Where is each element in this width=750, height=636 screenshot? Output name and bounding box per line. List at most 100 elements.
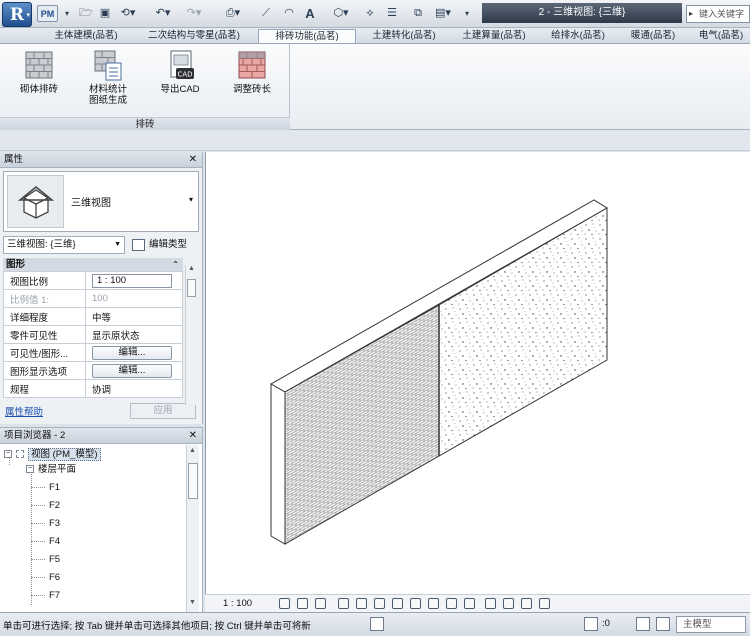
switch-windows-icon[interactable]: ▤▾ (432, 5, 454, 22)
collapse-icon[interactable]: ⌃ (172, 258, 179, 271)
instance-selector[interactable]: 三维视图: {三维} ▼ (3, 236, 125, 254)
adjust-brick-length-button[interactable]: 调整砖长 (222, 48, 282, 116)
analytical-model-icon[interactable] (503, 598, 514, 609)
tree-node-level[interactable]: F2 (31, 498, 60, 513)
help-search-input[interactable]: ▸ 键入关键字 (686, 5, 750, 23)
type-selector[interactable]: 三维视图 ▾ (3, 171, 199, 232)
level-label: F3 (49, 518, 61, 529)
apply-button[interactable]: 应用 (130, 403, 196, 419)
3d-viewport[interactable] (205, 152, 750, 612)
tab-civil-quantity[interactable]: 土建算量(品茗) (452, 29, 536, 43)
print-icon[interactable]: ⎙▾ (222, 5, 244, 22)
parts-visibility-value[interactable]: 显示原状态 (85, 325, 183, 344)
property-group-graphics[interactable]: 图形 ⌃ (3, 258, 183, 271)
detail-level-value[interactable]: 中等 (85, 307, 183, 326)
show-crop-icon[interactable] (392, 598, 403, 609)
crop-view-icon[interactable] (374, 598, 385, 609)
customize-toolbar-icon[interactable]: ▾ (462, 5, 472, 22)
collapse-icon[interactable]: − (4, 450, 12, 459)
sync-icon[interactable]: ⟲▾ (117, 5, 139, 22)
open-icon[interactable]: 🗁 (78, 5, 94, 22)
export-cad-button[interactable]: CAD 导出CAD (150, 48, 210, 116)
visual-style-icon[interactable] (297, 598, 308, 609)
worksharing-icon[interactable] (485, 598, 496, 609)
thin-lines-icon[interactable]: ☰ (384, 5, 400, 22)
browser-scrollbar[interactable]: ▲ ▼ (186, 445, 199, 613)
active-design-option[interactable]: 主模型 (676, 616, 746, 633)
masonry-layout-button[interactable]: 砌体排砖 (9, 48, 69, 116)
temp-properties-icon[interactable] (464, 598, 475, 609)
chevron-down-icon[interactable]: ▾ (62, 5, 72, 22)
scroll-thumb[interactable] (188, 463, 198, 499)
design-options-icon[interactable] (636, 617, 650, 631)
reveal-hidden-icon[interactable] (446, 598, 457, 609)
shadows-icon[interactable] (338, 598, 349, 609)
worksets-icon[interactable] (370, 617, 384, 631)
graphic-display-edit-button[interactable]: 编辑... (92, 363, 172, 378)
scroll-up-icon[interactable]: ▲ (189, 447, 196, 454)
text-icon[interactable]: A (302, 5, 318, 22)
properties-help-link[interactable]: 属性帮助 (5, 404, 43, 418)
3d-view-icon[interactable]: ⬡▾ (330, 5, 352, 22)
material-stats-button[interactable]: 材料统计 图纸生成 (78, 48, 138, 116)
tree-node-level[interactable]: F3 (31, 516, 60, 531)
view-scale-input[interactable]: 1 : 100 (92, 273, 172, 288)
redo-icon[interactable]: ↷▾ (183, 5, 205, 22)
highlight-icon[interactable] (521, 598, 532, 609)
hide-isolate-icon[interactable] (428, 598, 439, 609)
chevron-down-icon[interactable]: ▾ (189, 195, 193, 204)
tree-node-level[interactable]: F6 (31, 570, 60, 585)
tab-electrical[interactable]: 电气(品茗) (690, 29, 750, 43)
tab-main-modeling[interactable]: 主体建模(品茗) (44, 29, 128, 43)
tree-node-views[interactable]: − 视图 (PM_模型) (4, 447, 101, 462)
property-key: 规程 (3, 379, 86, 398)
detail-level-icon[interactable] (279, 598, 290, 609)
tab-brick-layout[interactable]: 排砖功能(品茗) (258, 29, 356, 43)
scroll-up-icon[interactable]: ▲ (188, 265, 195, 272)
ribbon-options-bar (0, 130, 750, 151)
close-icon[interactable]: ✕ (189, 152, 197, 168)
undo-icon[interactable]: ↶▾ (152, 5, 174, 22)
ribbon-panel-title: 排砖 (0, 117, 290, 130)
tab-hvac[interactable]: 暖通(品茗) (622, 29, 684, 43)
property-row: 详细程度 中等 (3, 307, 183, 326)
application-menu-button[interactable]: R ▾ (2, 2, 32, 27)
tree-node-level[interactable]: F1 (31, 480, 60, 495)
brick-wall-icon (22, 48, 56, 82)
collapse-icon[interactable]: − (26, 465, 34, 474)
tree-node-level[interactable]: F4 (31, 534, 60, 549)
discipline-value[interactable]: 协调 (85, 379, 183, 398)
scroll-down-icon[interactable]: ▼ (189, 599, 196, 606)
wall-3d-model[interactable] (206, 152, 750, 592)
properties-title: 属性 (4, 154, 24, 165)
dimension-icon[interactable]: ◠ (281, 5, 297, 22)
chevron-down-icon: ▼ (114, 241, 121, 248)
visibility-edit-button[interactable]: 编辑... (92, 345, 172, 360)
pm-badge[interactable]: PM (37, 5, 58, 22)
level-label: F4 (49, 536, 61, 547)
property-key: 图形显示选项 (3, 361, 86, 380)
lock-view-icon[interactable] (410, 598, 421, 609)
material-stats-label: 材料统计 图纸生成 (88, 84, 127, 106)
tab-plumbing[interactable]: 给排水(品茗) (542, 29, 614, 43)
section-icon[interactable]: ⟡ (362, 5, 378, 22)
close-hidden-icon[interactable]: ⧉ (410, 5, 426, 22)
tab-secondary-structure[interactable]: 二次结构与零星(品茗) (134, 29, 254, 43)
tab-civil-convert[interactable]: 土建转化(品茗) (362, 29, 446, 43)
edit-type-button[interactable]: 编辑类型 (131, 236, 187, 254)
close-icon[interactable]: ✕ (189, 428, 197, 444)
sun-path-icon[interactable] (315, 598, 326, 609)
view-scale-label[interactable]: 1 : 100 (223, 595, 252, 612)
constraints-icon[interactable] (539, 598, 550, 609)
save-icon[interactable]: ▣ (97, 5, 113, 22)
editable-only-icon[interactable] (656, 617, 670, 631)
properties-scrollbar[interactable]: ▲ (185, 265, 197, 405)
tree-node-floor-plans[interactable]: − 楼层平面 (26, 462, 76, 477)
scroll-thumb[interactable] (187, 279, 196, 297)
measure-icon[interactable]: ⟋ (258, 5, 274, 22)
tree-node-level[interactable]: F5 (31, 552, 60, 567)
render-icon[interactable] (356, 598, 367, 609)
property-group-title: 图形 (6, 259, 26, 270)
filter-icon[interactable] (584, 617, 598, 631)
tree-node-level[interactable]: F7 (31, 588, 60, 603)
